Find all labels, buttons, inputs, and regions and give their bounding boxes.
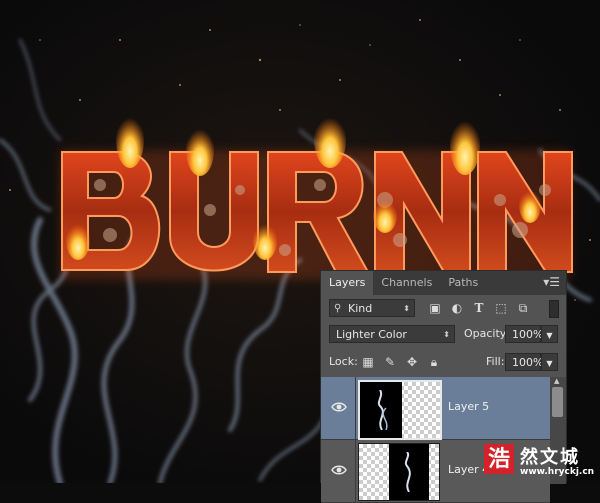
visibility-column <box>321 377 356 439</box>
chevron-down-icon: ▼ <box>546 359 553 368</box>
lock-row: Lock: ▦ ✎ ✥ 🔒︎ Fill: 100% ▼ <box>321 349 566 378</box>
type-filter-icon[interactable]: T <box>472 301 486 315</box>
opacity-label: Opacity: <box>464 327 510 340</box>
updown-arrow-icon: ⬍ <box>403 304 410 313</box>
smoke-thumbnail-icon <box>404 452 411 492</box>
filter-row: ⚲ Kind ⬍ ▣ ◐ T ⬚ ⧉ <box>321 295 566 323</box>
layer-thumbnail[interactable] <box>358 443 440 501</box>
visibility-column <box>321 440 356 502</box>
layer-row-layer-5[interactable]: Layer 5 <box>321 377 550 440</box>
watermark-name: 然文城 <box>520 447 580 468</box>
blend-mode-value: Lighter Color <box>336 328 407 341</box>
fill-dropdown[interactable]: ▼ <box>541 353 558 371</box>
adjustment-filter-icon[interactable]: ◐ <box>450 301 464 315</box>
search-icon: ⚲ <box>334 303 342 314</box>
scroll-up-icon[interactable]: ▲ <box>554 377 559 385</box>
fill-input[interactable]: 100% <box>505 353 543 371</box>
tab-layers[interactable]: Layers <box>321 271 374 295</box>
blend-mode-select[interactable]: Lighter Color ⬍ <box>329 325 455 343</box>
lock-all-icon[interactable]: 🔒︎ <box>427 355 441 369</box>
filter-toggle[interactable] <box>549 300 559 318</box>
filter-kind-select[interactable]: ⚲ Kind ⬍ <box>329 299 415 317</box>
eye-icon[interactable] <box>331 399 347 415</box>
lock-brush-icon[interactable]: ✎ <box>383 355 397 369</box>
panel-tabs: Layers Channels Paths ▾☰ <box>321 271 566 295</box>
eye-icon[interactable] <box>331 462 347 478</box>
layer-name[interactable]: Layer 5 <box>448 400 489 413</box>
smoke-thumbnail-icon <box>377 390 388 430</box>
layer-thumbnail[interactable] <box>358 380 442 440</box>
lock-label: Lock: <box>329 355 358 368</box>
watermark-seal: 浩 <box>484 444 514 474</box>
lock-transparent-icon[interactable]: ▦ <box>361 355 375 369</box>
opacity-dropdown[interactable]: ▼ <box>541 325 558 343</box>
updown-arrow-icon: ⬍ <box>443 330 450 339</box>
tab-paths[interactable]: Paths <box>440 271 486 295</box>
scroll-thumb[interactable] <box>552 387 563 417</box>
tab-channels[interactable]: Channels <box>373 271 440 295</box>
smart-object-filter-icon[interactable]: ⧉ <box>516 301 530 315</box>
watermark: 浩 然文城 www.hryckj.cn <box>482 440 600 483</box>
chevron-down-icon: ▼ <box>546 331 553 340</box>
opacity-input[interactable]: 100% <box>505 325 543 343</box>
blend-row: Lighter Color ⬍ Opacity: 100% ▼ <box>321 321 566 349</box>
panel-menu-icon[interactable]: ▾☰ <box>543 275 560 289</box>
watermark-url: www.hryckj.cn <box>520 467 595 477</box>
filter-kind-label: Kind <box>348 302 373 315</box>
lock-move-icon[interactable]: ✥ <box>405 355 419 369</box>
pixel-filter-icon[interactable]: ▣ <box>428 301 442 315</box>
fill-label: Fill: <box>486 355 505 368</box>
shape-filter-icon[interactable]: ⬚ <box>494 301 508 315</box>
